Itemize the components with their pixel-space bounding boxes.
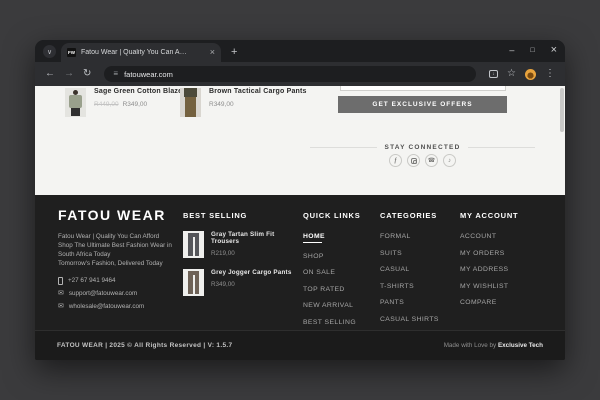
browser-toolbar: ← → ↻ ≡ fatouwear.com ↓ ☆ ⋮ xyxy=(35,62,565,86)
envelope-icon: ✉ xyxy=(58,302,64,310)
link-my-wishlist[interactable]: MY WISHLIST xyxy=(460,283,518,290)
tab-strip: ∨ FW Fatou Wear | Quality You Can A… × +… xyxy=(35,40,565,62)
link-best-selling[interactable]: BEST SELLING xyxy=(303,319,361,326)
product-prices: R449,00 R349,00 xyxy=(94,101,185,108)
link-on-sale[interactable]: ON SALE xyxy=(303,269,361,276)
favicon-icon: FW xyxy=(67,48,76,57)
address-bar[interactable]: ≡ fatouwear.com xyxy=(104,66,477,82)
link-t-shirts[interactable]: T-SHIRTS xyxy=(380,283,439,290)
product-name[interactable]: Sage Green Cotton Blazer xyxy=(94,88,185,95)
site-footer: FATOU WEAR Fatou Wear | Quality You Can … xyxy=(35,195,565,330)
contact-email-support[interactable]: ✉ support@fatouwear.com xyxy=(58,290,183,297)
brand-logo[interactable]: FATOU WEAR xyxy=(58,207,183,223)
best-selling-title: BEST SELLING xyxy=(183,211,248,220)
tab-search-button[interactable]: ∨ xyxy=(43,45,56,58)
copyright-text: FATOU WEAR | 2025 © All Rights Reserved … xyxy=(57,342,233,349)
forward-icon[interactable]: → xyxy=(64,69,74,79)
link-formal[interactable]: FORMAL xyxy=(380,233,439,240)
page-content: Sage Green Cotton Blazer R449,00 R349,00 … xyxy=(35,86,565,195)
contact-phone[interactable]: +27 67 941 9464 xyxy=(58,276,183,285)
best-selling-column: BEST SELLING Gray Tartan Slim Fit Trouse… xyxy=(183,211,301,296)
window-controls: – □ × xyxy=(509,40,557,60)
stay-connected-divider: STAY CONNECTED xyxy=(310,144,536,151)
get-exclusive-offers-button[interactable]: GET EXCLUSIVE OFFERS xyxy=(338,96,507,113)
scrollbar-thumb[interactable] xyxy=(560,88,564,132)
tab-title: Fatou Wear | Quality You Can A… xyxy=(81,49,187,56)
link-my-orders[interactable]: MY ORDERS xyxy=(460,250,518,257)
best-selling-image xyxy=(183,231,204,258)
best-selling-price: R219,00 xyxy=(211,250,235,257)
contact-list: +27 67 941 9464 ✉ support@fatouwear.com … xyxy=(58,276,183,310)
profile-avatar[interactable] xyxy=(525,68,536,80)
link-casual[interactable]: CASUAL xyxy=(380,266,439,273)
whatsapp-icon[interactable]: ☎ xyxy=(425,154,438,167)
browser-window: ∨ FW Fatou Wear | Quality You Can A… × +… xyxy=(35,40,565,360)
link-suits[interactable]: SUITS xyxy=(380,250,439,257)
quick-links-column: QUICK LINKS HOME SHOP ON SALE TOP RATED … xyxy=(303,211,361,326)
my-account-title: MY ACCOUNT xyxy=(460,211,519,220)
credit-text: Made with Love by Exclusive Tech xyxy=(443,342,543,349)
url-text[interactable]: fatouwear.com xyxy=(124,70,173,79)
contact-email-wholesale[interactable]: ✉ wholesale@fatouwear.com xyxy=(58,303,183,310)
product-old-price: R449,00 xyxy=(94,101,119,108)
new-tab-button[interactable]: + xyxy=(231,46,237,58)
product-name[interactable]: Brown Tactical Cargo Pants xyxy=(209,88,307,95)
best-selling-item[interactable]: Gray Tartan Slim Fit Trousers R219,00 xyxy=(183,231,301,258)
site-settings-icon[interactable]: ≡ xyxy=(113,70,118,78)
product-image xyxy=(180,88,201,117)
quick-links-title: QUICK LINKS xyxy=(303,211,361,220)
maximize-button[interactable]: □ xyxy=(530,47,534,54)
browser-tab[interactable]: FW Fatou Wear | Quality You Can A… × xyxy=(61,43,221,62)
product-card[interactable]: Sage Green Cotton Blazer R449,00 R349,00 xyxy=(65,88,185,117)
reload-icon[interactable]: ↻ xyxy=(83,69,91,79)
best-selling-price: R349,00 xyxy=(211,281,235,288)
product-card[interactable]: Brown Tactical Cargo Pants R349,00 xyxy=(180,88,307,117)
link-home[interactable]: HOME xyxy=(303,233,361,243)
footer-bottom-bar: FATOU WEAR | 2025 © All Rights Reserved … xyxy=(35,330,565,360)
back-icon[interactable]: ← xyxy=(45,69,55,79)
stay-connected-label: STAY CONNECTED xyxy=(384,144,461,151)
link-pants[interactable]: PANTS xyxy=(380,299,439,306)
link-compare[interactable]: COMPARE xyxy=(460,299,518,306)
tab-close-icon[interactable]: × xyxy=(210,48,215,57)
close-button[interactable]: × xyxy=(551,44,557,56)
phone-icon xyxy=(58,276,63,285)
envelope-icon: ✉ xyxy=(58,290,64,297)
menu-kebab-icon[interactable]: ⋮ xyxy=(545,69,555,79)
product-image xyxy=(65,88,86,117)
bookmark-star-icon[interactable]: ☆ xyxy=(507,69,516,79)
product-prices: R349,00 xyxy=(209,101,307,108)
product-price: R349,00 xyxy=(209,101,234,108)
my-account-column: MY ACCOUNT ACCOUNT MY ORDERS MY ADDRESS … xyxy=(460,211,518,306)
credit-company[interactable]: Exclusive Tech xyxy=(498,342,543,349)
newsletter-email-input[interactable] xyxy=(340,86,506,91)
best-selling-image xyxy=(183,269,204,296)
categories-column: CATEGORIES FORMAL SUITS CASUAL T-SHIRTS … xyxy=(380,211,439,323)
best-selling-name[interactable]: Grey Jogger Cargo Pants xyxy=(211,269,292,276)
link-top-rated[interactable]: TOP RATED xyxy=(303,286,361,293)
link-new-arrival[interactable]: NEW ARRIVAL xyxy=(303,302,361,309)
best-selling-item[interactable]: Grey Jogger Cargo Pants R349,00 xyxy=(183,269,301,296)
chevron-down-icon: ∨ xyxy=(46,48,53,56)
link-account[interactable]: ACCOUNT xyxy=(460,233,518,240)
instagram-icon[interactable] xyxy=(407,154,420,167)
minimize-button[interactable]: – xyxy=(509,45,514,55)
product-price: R349,00 xyxy=(122,101,148,108)
tiktok-icon[interactable]: ♪ xyxy=(443,154,456,167)
link-casual-shirts[interactable]: CASUAL SHIRTS xyxy=(380,316,439,323)
facebook-icon[interactable]: f xyxy=(389,154,402,167)
link-my-address[interactable]: MY ADDRESS xyxy=(460,266,518,273)
brand-tagline: Fatou Wear | Quality You Can Afford Shop… xyxy=(58,233,172,268)
link-shop[interactable]: SHOP xyxy=(303,253,361,260)
social-links: f ☎ ♪ xyxy=(310,154,535,167)
best-selling-name[interactable]: Gray Tartan Slim Fit Trousers xyxy=(211,231,301,245)
categories-title: CATEGORIES xyxy=(380,211,438,220)
footer-brand-column: FATOU WEAR Fatou Wear | Quality You Can … xyxy=(58,207,183,310)
install-icon[interactable]: ↓ xyxy=(489,70,499,78)
